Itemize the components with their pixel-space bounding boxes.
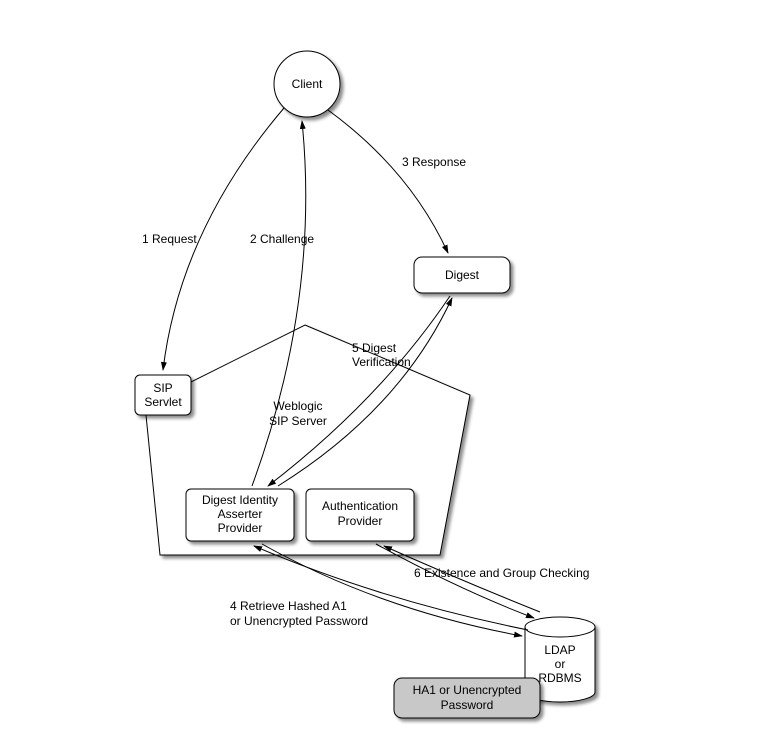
edge-request-label: 1 Request [142,232,197,246]
ldap-l1: LDAP [544,643,575,657]
ha1-password-node: HA1 or Unencrypted Password [394,678,540,718]
dia-l3: Provider [218,521,263,535]
sip-servlet-l1: SIP [153,381,172,395]
ha1-l1: HA1 or Unencrypted [413,683,522,697]
auth-l2: Provider [338,514,383,528]
sip-servlet-node: SIP Servlet [135,375,191,415]
weblogic-label-2: SIP Server [269,414,327,428]
edge-retrieve-l1: 4 Retrieve Hashed A1 [230,599,347,613]
digest-node: Digest [414,257,510,293]
client-node: Client [274,51,340,117]
edge-response [328,110,448,253]
client-label: Client [292,77,323,91]
edge-retrieve-l2: or Unencrypted Password [230,614,368,628]
authentication-provider-node: Authentication Provider [306,489,414,541]
edge-verify-l1: 5 Digest [352,341,397,355]
sip-servlet-l2: Servlet [144,395,182,409]
ldap-l3: RDBMS [538,671,581,685]
digest-label: Digest [445,268,480,282]
ha1-l2: Password [441,698,494,712]
ldap-l2: or [555,657,566,671]
dia-l2: Asserter [218,507,263,521]
edge-verify-l2: Verification [352,355,411,369]
weblogic-label-1: Weblogic [273,399,322,413]
edge-group-label: 6 Existence and Group Checking [414,566,589,580]
edge-response-label: 3 Response [402,155,466,169]
dia-l1: Digest Identity [202,493,278,507]
digest-auth-diagram: Weblogic SIP Server Client Digest SIP Se… [0,0,784,752]
digest-identity-asserter-node: Digest Identity Asserter Provider [186,489,294,541]
auth-l1: Authentication [322,499,398,513]
edge-challenge-label: 2 Challenge [250,232,314,246]
